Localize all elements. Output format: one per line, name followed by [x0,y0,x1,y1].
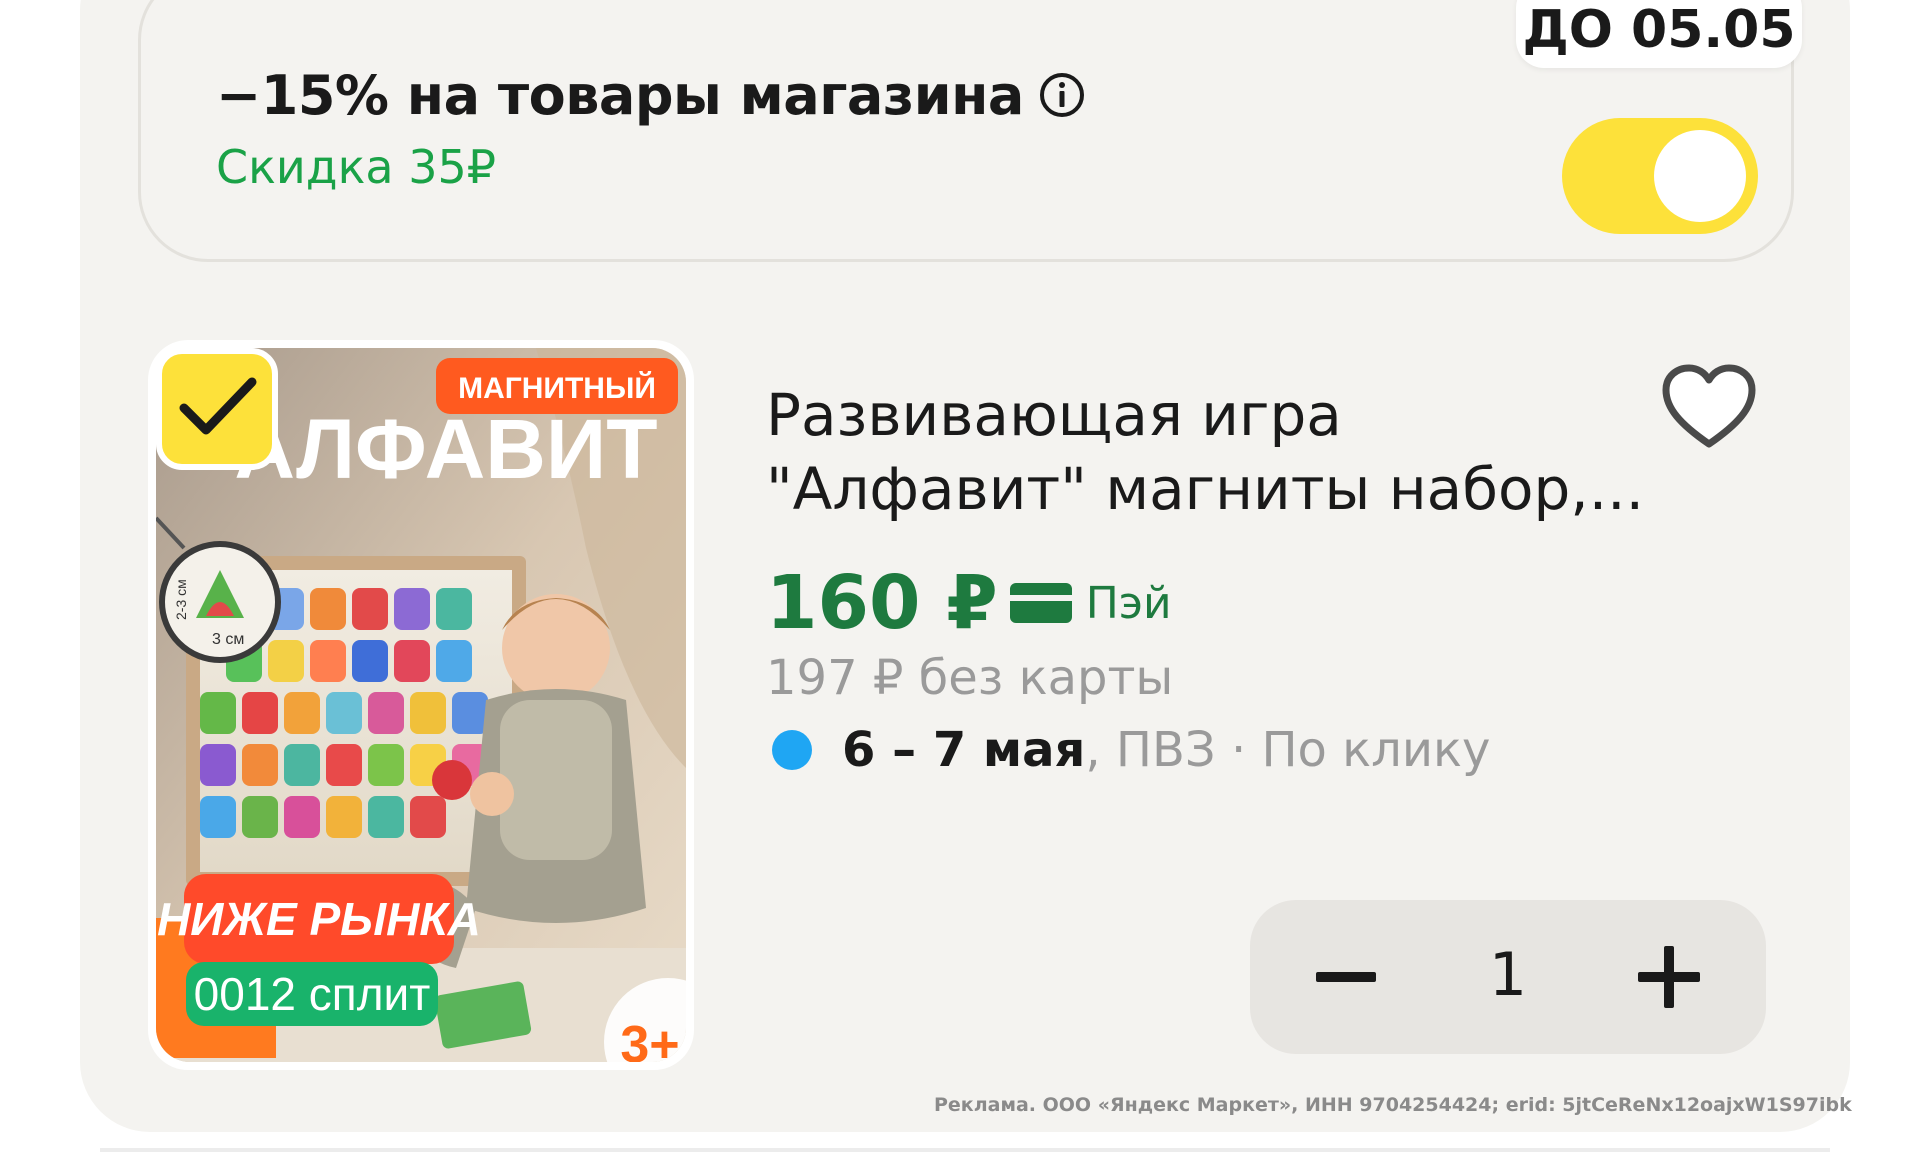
price-row: 160 ₽ Пэй [766,560,1172,646]
promo-date-badge: ДО 05.05 [1516,0,1802,68]
size-width-label: 3 см [212,631,244,648]
card-icon [1009,583,1072,623]
select-checkbox[interactable] [156,348,278,470]
plus-icon-v [1664,946,1674,1008]
pay-label: Пэй [1085,577,1172,629]
increase-button[interactable] [1638,946,1700,1008]
info-icon[interactable] [1038,71,1086,119]
promo-discount: Скидка 35₽ [216,140,496,194]
image-below-market: НИЖЕ РЫНКА [157,893,481,945]
image-badge-magnit: МАГНИТНЫЙ [458,371,656,405]
product-title[interactable]: Развивающая игра "Алфавит" магниты набор… [766,378,1646,526]
delivery-method: , ПВЗ · По клику [1085,722,1491,778]
promo-title: −15% на товары магазина [216,64,1086,127]
check-icon [179,377,257,435]
ad-disclaimer: Реклама. ООО «Яндекс Маркет», ИНН 970425… [934,1094,1852,1116]
image-age-badge: 3+ [620,1016,679,1062]
product-title-line1: Развивающая игра [766,381,1342,449]
image-split-badge: 0012 сплит [194,968,431,1020]
toggle-knob [1654,130,1746,222]
delivery-info: 6 – 7 мая, ПВЗ · По клику [772,722,1490,778]
delivery-dates: 6 – 7 мая [842,722,1086,778]
size-height-label: 2-3 см [173,579,189,620]
price-with-card: 160 ₽ [766,560,998,646]
image-headline: АЛФАВИТ [234,402,657,496]
divider [100,1148,1830,1152]
product-title-line2: "Алфавит" магниты набор,... [766,455,1645,523]
quantity-stepper: 1 [1250,900,1766,1054]
dot-icon [772,730,812,770]
heart-icon[interactable] [1660,362,1758,452]
promo-toggle[interactable] [1562,118,1758,234]
promo-title-text: −15% на товары магазина [216,64,1024,127]
price-without-card: 197 ₽ без карты [766,650,1174,706]
